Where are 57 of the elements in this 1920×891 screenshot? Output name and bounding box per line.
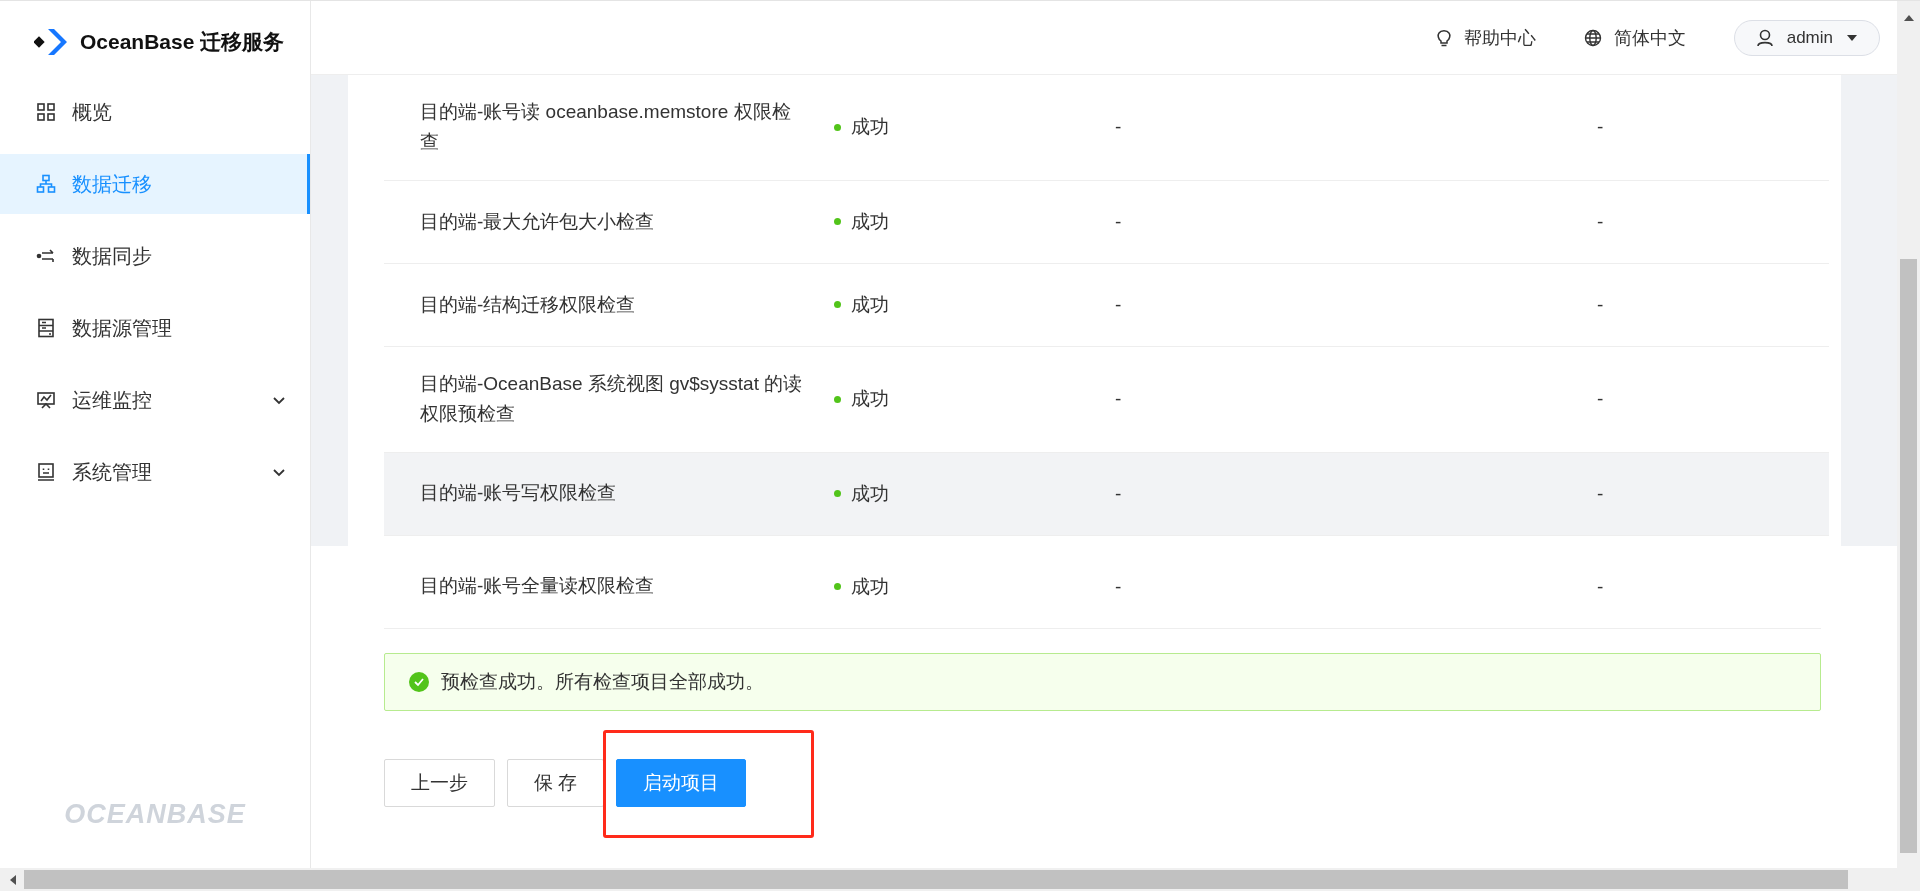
status-text: 成功 [851,574,889,599]
table-cell: - [1597,293,1604,315]
table-cell-text: 目的端-账号读 oceanbase.memstore 权限检查 [419,100,792,155]
status-dot [834,395,841,403]
table-cell: - [1597,482,1604,504]
sidebar-item[interactable]: 运维监控 [0,370,310,430]
table-cell: - [1597,575,1604,597]
app-name: OceanBase 迁移服务 [80,28,285,55]
status-text: 成功 [851,115,889,140]
sidebar-item[interactable]: 概览 [0,82,310,142]
status-text: 成功 [851,292,889,317]
table-cell: - [1597,388,1604,410]
help-link[interactable]: 帮助中心 [1435,25,1536,50]
status-text: 成功 [851,209,889,234]
lightbulb-icon [1435,28,1452,47]
sidebar-item[interactable]: 数据同步 [0,226,310,286]
alert-message: 预检查成功。所有检查项目全部成功。 [441,669,764,694]
status-text: 成功 [851,481,889,506]
scroll-left-icon [10,874,16,885]
status-dot [834,123,841,131]
status-dot [834,490,841,498]
status-dot [834,218,841,226]
scroll-up-icon [1903,15,1914,21]
action-button[interactable]: 保 存 [507,758,605,807]
table-cell: - [1597,116,1604,138]
sidebar-item[interactable]: 数据源管理 [0,298,310,358]
table-cell: - [1115,210,1122,232]
table-cell-text: 目的端-结构迁移权限检查 [419,292,637,317]
status-text: 成功 [851,387,889,412]
face-icon [36,462,56,482]
table-cell-text: 目的端-账号写权限检查 [419,481,618,506]
language-selector[interactable]: 简体中文 [1583,25,1686,50]
status-dot [834,583,841,591]
table-cell: - [1115,293,1122,315]
caret-icon [1847,34,1857,41]
table-cell-text: 目的端-OceanBase 系统视图 gv$sysstat 的读权限预检查 [419,371,804,427]
table-cell: - [1115,388,1122,410]
table-cell: - [1115,575,1122,597]
grid-icon [36,102,56,122]
globe-icon [1583,28,1602,47]
logo-icon [34,26,70,57]
table-cell: - [1597,210,1604,232]
user-icon [1756,28,1773,47]
check-circle-icon [409,671,429,692]
server-icon [36,318,56,338]
sidebar-item[interactable]: 系统管理 [0,442,310,502]
table-cell-text: 目的端-最大允许包大小检查 [419,209,656,234]
user-menu-button[interactable]: admin [1733,19,1880,56]
chart-board-icon [36,390,56,410]
table-cell: - [1115,116,1122,138]
hierarchy-icon [36,174,56,194]
action-button[interactable]: 上一步 [384,758,495,807]
horizontal-scrollbar[interactable] [0,868,1920,891]
table-cell-text: 目的端-账号全量读权限检查 [419,574,656,599]
vertical-scrollbar[interactable] [1897,1,1920,868]
status-dot [834,301,841,309]
table-cell: - [1115,482,1122,504]
